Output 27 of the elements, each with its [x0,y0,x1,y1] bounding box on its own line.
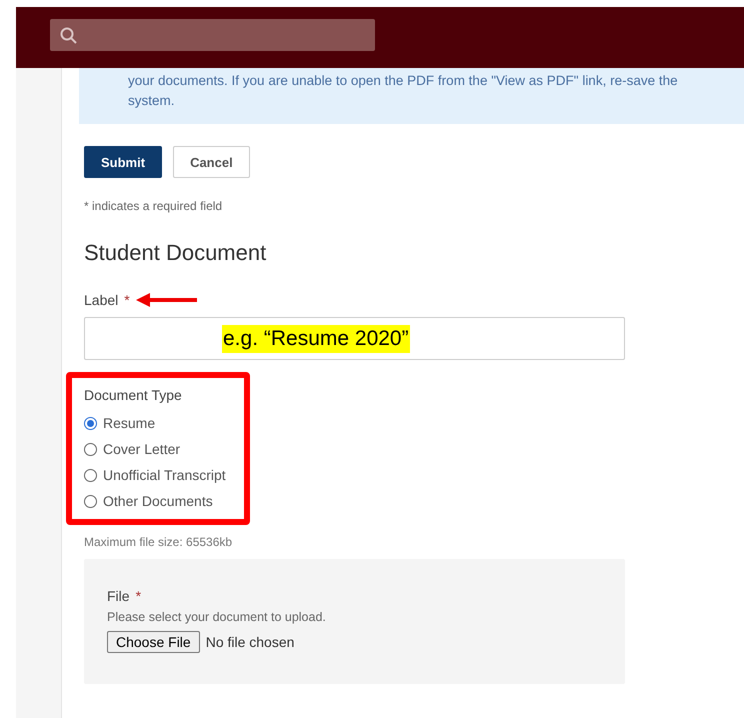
required-mark: * [124,292,130,308]
size-note: Maximum file size: 65536kb [84,535,234,549]
search-icon [60,26,77,44]
notice-text: your documents. If you are unable to open the PDF from the "View as PDF" link, re-save the [128,72,679,90]
radio-label[interactable]: Resume [103,415,156,431]
radio-label[interactable]: Cover Letter [103,441,180,457]
choose-file-button[interactable]: Choose File [107,631,200,653]
section-title: Student Document [84,240,268,266]
field-label: Label [84,292,118,308]
notice-text: system. [128,92,176,110]
radio-button[interactable] [84,416,97,430]
radio-label[interactable]: Unofficial Transcript [103,467,226,483]
group-label: Document Type [84,387,182,403]
required-note: * indicates a required field [84,199,224,213]
radio-label[interactable]: Other Documents [103,493,213,509]
radio-button[interactable] [84,494,97,508]
search-field[interactable] [50,19,375,51]
upload-hint: Please select your document to upload. [107,610,327,624]
submit-button[interactable]: Submit [84,146,162,178]
file-status: No file chosen [206,634,294,650]
example-annotation: e.g. “Resume 2020” [222,324,410,352]
radio-button[interactable] [84,468,97,482]
radio-button[interactable] [84,442,97,456]
required-mark: * [136,588,142,604]
field-label: File [107,588,130,604]
cancel-button[interactable]: Cancel [173,146,250,178]
label-input[interactable]: e.g. “Resume 2020” [84,317,625,360]
